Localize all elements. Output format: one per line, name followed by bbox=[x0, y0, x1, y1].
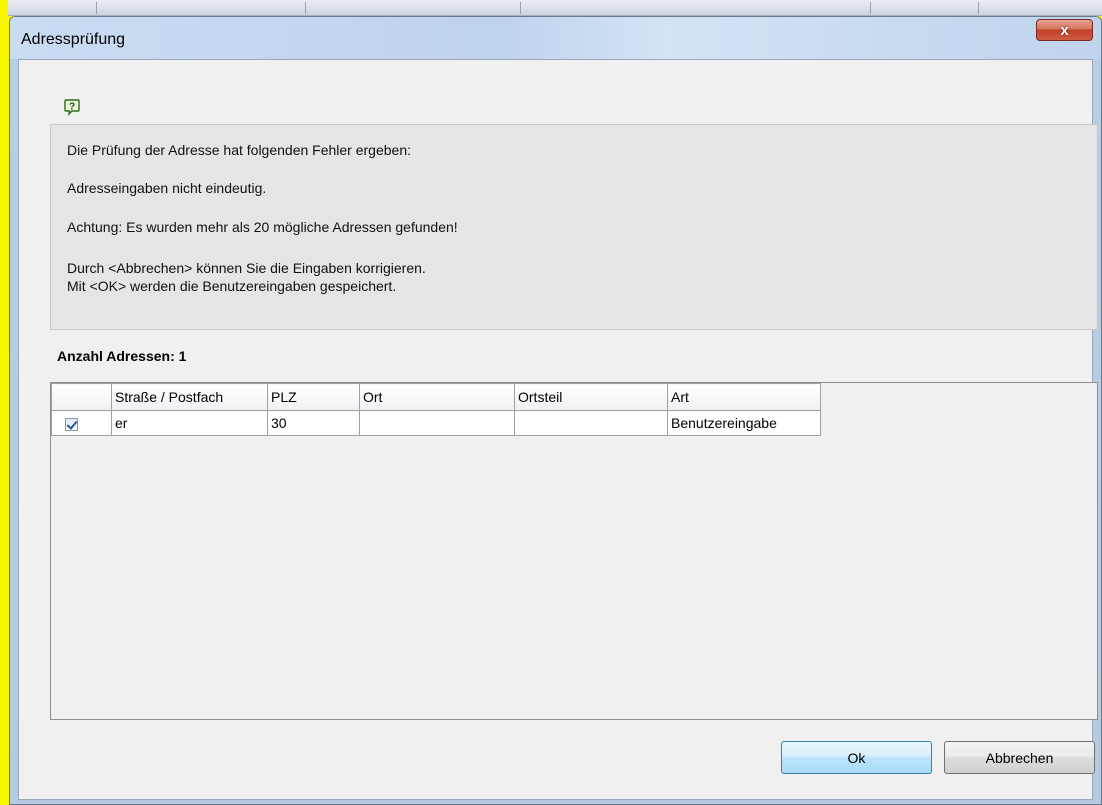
dialog-title: Adressprüfung bbox=[21, 31, 126, 48]
cell-ort[interactable] bbox=[359, 410, 515, 436]
column-header-plz[interactable]: PLZ bbox=[267, 383, 360, 411]
highlight-border bbox=[0, 0, 8, 805]
cancel-button[interactable]: Abbrechen bbox=[944, 741, 1095, 774]
close-button[interactable]: x bbox=[1036, 19, 1093, 41]
table-header-row: Straße / Postfach PLZ Ort Ortsteil Art bbox=[51, 383, 821, 411]
address-count-label: Anzahl Adressen: 1 bbox=[57, 348, 187, 364]
row-checkbox[interactable] bbox=[65, 417, 78, 431]
column-header-ortsteil[interactable]: Ortsteil bbox=[514, 383, 668, 411]
title-bar[interactable]: Adressprüfung x bbox=[10, 17, 1101, 59]
column-header-art[interactable]: Art bbox=[667, 383, 821, 411]
svg-text:?: ? bbox=[69, 102, 75, 113]
address-table-panel: Straße / Postfach PLZ Ort Ortsteil Art e… bbox=[50, 382, 1098, 720]
cell-street[interactable]: er bbox=[111, 410, 268, 436]
column-header-select[interactable] bbox=[51, 383, 112, 411]
close-icon: x bbox=[1060, 21, 1069, 39]
background-divider bbox=[870, 2, 871, 14]
background-divider bbox=[96, 2, 97, 14]
address-table: Straße / Postfach PLZ Ort Ortsteil Art e… bbox=[51, 383, 821, 436]
message-line-warning: Achtung: Es wurden mehr als 20 mögliche … bbox=[67, 219, 458, 235]
message-line-cancel-hint: Durch <Abbrechen> können Sie die Eingabe… bbox=[67, 260, 426, 276]
background-divider bbox=[978, 2, 979, 14]
message-line-ambiguous: Adresseingaben nicht eindeutig. bbox=[67, 180, 267, 196]
ok-button[interactable]: Ok bbox=[781, 741, 932, 774]
table-row[interactable]: er 30 Benutzereingabe bbox=[51, 410, 821, 436]
row-select-cell[interactable] bbox=[51, 410, 112, 436]
message-line-error-intro: Die Prüfung der Adresse hat folgenden Fe… bbox=[67, 142, 412, 158]
cell-art[interactable]: Benutzereingabe bbox=[667, 410, 821, 436]
column-header-ort[interactable]: Ort bbox=[359, 383, 515, 411]
cell-plz[interactable]: 30 bbox=[267, 410, 360, 436]
background-divider bbox=[305, 2, 306, 14]
background-app-strip bbox=[0, 0, 1102, 16]
column-header-street[interactable]: Straße / Postfach bbox=[111, 383, 268, 411]
dialog-client-area: ? Die Prüfung der Adresse hat folgenden … bbox=[18, 59, 1098, 800]
background-divider bbox=[520, 2, 521, 14]
message-panel: Die Prüfung der Adresse hat folgenden Fe… bbox=[50, 124, 1098, 330]
message-line-ok-hint: Mit <OK> werden die Benutzereingaben ges… bbox=[67, 278, 397, 294]
question-bubble-icon: ? bbox=[64, 99, 80, 116]
cell-ortsteil[interactable] bbox=[514, 410, 668, 436]
address-check-dialog: Adressprüfung x ? Die Prüfung der Adress… bbox=[9, 16, 1102, 805]
